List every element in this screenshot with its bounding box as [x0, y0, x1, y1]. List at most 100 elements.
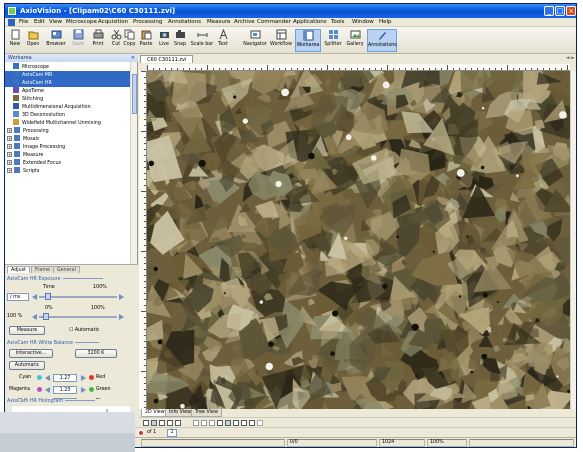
channel-increase-icon[interactable]: [81, 375, 86, 381]
rotate-right-icon[interactable]: [201, 420, 207, 426]
menu-microscope[interactable]: Microscope: [66, 19, 97, 25]
tree-item[interactable]: 3D Deconvolution: [5, 111, 130, 119]
rotate-left-icon[interactable]: [193, 420, 199, 426]
tree-item[interactable]: Stitching: [5, 95, 130, 103]
exposure-increase-icon[interactable]: [119, 294, 124, 300]
scrollbar-thumb[interactable]: [132, 74, 137, 114]
tree-item[interactable]: Multidimensional Acquisition: [5, 103, 130, 111]
tree-item[interactable]: + Image Processing: [5, 143, 130, 151]
zoom-tool-icon[interactable]: [151, 420, 157, 426]
zoom-in-icon[interactable]: [159, 420, 165, 426]
gallery-button[interactable]: Gallery: [345, 29, 365, 52]
tree-item[interactable]: + Processing: [5, 127, 130, 135]
document-tab[interactable]: C60 C30111.zvi: [140, 55, 194, 63]
menu-view[interactable]: View: [49, 19, 62, 25]
minimize-button[interactable]: _: [544, 6, 554, 16]
menu-edit[interactable]: Edit: [34, 19, 45, 25]
menu-measure[interactable]: Measure: [207, 19, 230, 25]
scale-bar-button[interactable]: Scale bar: [190, 29, 214, 52]
title-bar[interactable]: AxioVision - [Clipam02\C60 C30111.zvi] _…: [5, 4, 576, 18]
cut-button[interactable]: Cut: [110, 29, 122, 52]
color-temperature-field[interactable]: 3200 K: [75, 349, 117, 358]
channel-value-field[interactable]: 1.23: [53, 386, 77, 394]
menu-applications[interactable]: Applications: [293, 19, 327, 25]
tree-item[interactable]: Widefield Multichannel Unmixing: [5, 119, 130, 127]
flip-icon[interactable]: [209, 420, 215, 426]
tree-item[interactable]: Microscope: [5, 63, 130, 71]
save-button[interactable]: Save: [69, 29, 87, 52]
workarea-close-icon[interactable]: ×: [131, 54, 135, 62]
print-button[interactable]: Print: [89, 29, 107, 52]
channel-icon[interactable]: [233, 420, 239, 426]
level-decrease-icon[interactable]: [32, 314, 37, 320]
text-button[interactable]: Text: [216, 28, 230, 52]
close-button[interactable]: ×: [566, 6, 576, 16]
menu-annotations[interactable]: Annotations: [168, 19, 201, 25]
snap-button[interactable]: Snap: [172, 29, 188, 52]
tree-item[interactable]: + Mosaic: [5, 135, 130, 143]
tree-scrollbar[interactable]: [130, 62, 137, 264]
document-tab-arrows[interactable]: ◄ ►: [566, 55, 575, 61]
channel-decrease-icon[interactable]: [45, 375, 50, 381]
pointer-tool-icon[interactable]: [143, 420, 149, 426]
scale-icon[interactable]: [217, 420, 223, 426]
copy-button[interactable]: Copy: [122, 29, 137, 52]
page-number-field[interactable]: 1: [167, 429, 177, 437]
channel-decrease-icon[interactable]: [45, 387, 50, 393]
tree-item[interactable]: AxioCam HR: [5, 79, 130, 87]
document-menu-icon[interactable]: [8, 19, 15, 26]
menu-acquisition[interactable]: Acquisition: [98, 19, 128, 25]
level-slider[interactable]: [39, 313, 117, 320]
splitter-button[interactable]: Splitter: [323, 29, 343, 52]
overlay-icon[interactable]: [241, 420, 247, 426]
image-vertical-scrollbar[interactable]: [570, 71, 576, 410]
tree-expand-icon[interactable]: +: [7, 136, 12, 141]
tree-expand-icon[interactable]: +: [7, 152, 12, 157]
menu-processing[interactable]: Processing: [133, 19, 162, 25]
tree-item[interactable]: + Extended Focus: [5, 159, 130, 167]
tree-item[interactable]: ApoTome: [5, 87, 130, 95]
interactive-button[interactable]: Interactive...: [9, 349, 53, 358]
menu-file[interactable]: File: [19, 19, 28, 25]
tree-expand-icon[interactable]: +: [7, 160, 12, 165]
tab-tree-view[interactable]: Tree View: [191, 409, 222, 417]
paste-button[interactable]: Paste: [138, 29, 154, 52]
record-icon[interactable]: [138, 430, 144, 436]
annotations-button[interactable]: Annotations: [367, 29, 397, 52]
lock-icon[interactable]: [257, 420, 263, 426]
tree-expand-icon[interactable]: +: [7, 128, 12, 133]
tree-expand-icon[interactable]: +: [7, 168, 12, 173]
maximize-button[interactable]: □: [555, 6, 565, 16]
menu-tools[interactable]: Tools: [331, 19, 345, 25]
channel-value-field[interactable]: 1.27: [53, 374, 77, 382]
menu-archive[interactable]: Archive: [234, 19, 255, 25]
display-icon[interactable]: [225, 420, 231, 426]
exposure-decrease-icon[interactable]: [32, 294, 37, 300]
tree-item[interactable]: + Scripts: [5, 167, 130, 175]
menu-window[interactable]: Window: [352, 19, 374, 25]
exposure-slider[interactable]: [39, 293, 117, 300]
tree-item[interactable]: + Measure: [5, 151, 130, 159]
navigator-button[interactable]: Navigator: [243, 29, 267, 52]
pen-icon[interactable]: [249, 420, 255, 426]
browser-button[interactable]: Browser: [44, 29, 68, 52]
menu-help[interactable]: Help: [379, 19, 392, 25]
level-increase-icon[interactable]: [119, 314, 124, 320]
measure-button[interactable]: Measure: [9, 326, 45, 335]
tree-expand-icon[interactable]: +: [7, 144, 12, 149]
channel-increase-icon[interactable]: [81, 387, 86, 393]
workflow-button[interactable]: Workflow: [269, 29, 293, 52]
fit-icon[interactable]: [175, 420, 181, 426]
zoom-out-icon[interactable]: [167, 420, 173, 426]
live-button[interactable]: Live: [157, 29, 171, 52]
tree-item[interactable]: AxioCam MR: [5, 71, 130, 79]
menu-commander[interactable]: Commander: [257, 19, 291, 25]
automatic-button[interactable]: Automatic: [9, 361, 45, 370]
ruler-tick: [513, 68, 514, 70]
workarea-button[interactable]: Workarea: [295, 29, 321, 52]
automatic-checkbox[interactable]: ☐ Automatic: [69, 328, 99, 333]
open-button[interactable]: Open: [23, 29, 43, 52]
exposure-time-field[interactable]: / ms: [7, 293, 29, 301]
new-button[interactable]: New: [7, 29, 23, 52]
microscope-image[interactable]: [147, 71, 570, 410]
